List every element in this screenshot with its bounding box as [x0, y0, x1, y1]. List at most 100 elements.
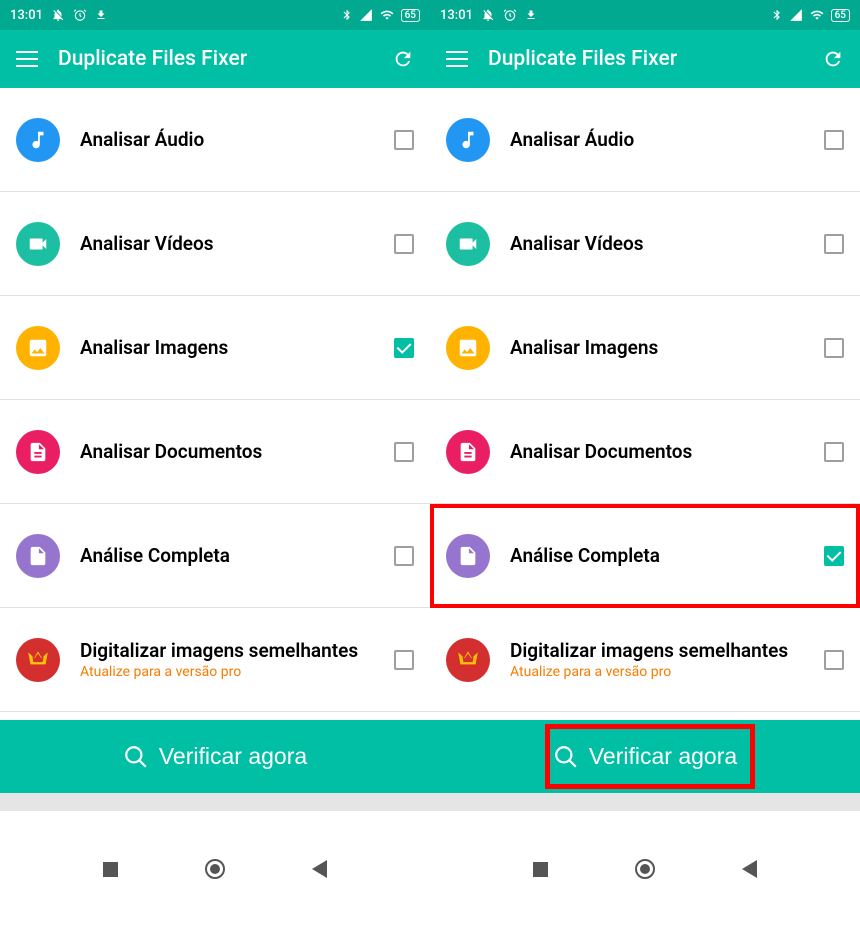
nav-home[interactable] [635, 859, 655, 879]
item-label: Analisar Imagens [510, 336, 824, 359]
checkbox[interactable] [394, 650, 414, 670]
list-item-2[interactable]: Analisar Imagens [0, 296, 430, 400]
item-label: Digitalizar imagens semelhantes [80, 639, 394, 662]
item-text: Análise Completa [80, 544, 394, 567]
checkbox[interactable] [394, 234, 414, 254]
wifi-icon [379, 8, 395, 22]
wifi-icon [809, 8, 825, 22]
list-item-5[interactable]: Digitalizar imagens semelhantes Atualize… [430, 608, 860, 712]
verify-label: Verificar agora [589, 743, 737, 770]
item-icon [446, 326, 490, 370]
item-label: Analisar Documentos [510, 440, 824, 463]
item-text: Digitalizar imagens semelhantes Atualize… [510, 639, 824, 680]
item-label: Analisar Vídeos [80, 232, 394, 255]
item-label: Analisar Vídeos [510, 232, 824, 255]
item-icon [446, 534, 490, 578]
item-icon [16, 638, 60, 682]
checkbox[interactable] [824, 442, 844, 462]
nav-bar [430, 811, 860, 927]
item-text: Analisar Vídeos [510, 232, 824, 255]
search-icon [123, 744, 149, 770]
bluetooth-icon [341, 9, 353, 21]
list-item-1[interactable]: Analisar Vídeos [0, 192, 430, 296]
item-icon [16, 222, 60, 266]
battery-indicator: 65 [831, 9, 850, 22]
app-title: Duplicate Files Fixer [488, 47, 802, 71]
nav-recent[interactable] [103, 862, 118, 877]
checkbox[interactable] [394, 442, 414, 462]
nav-recent[interactable] [533, 862, 548, 877]
item-icon [446, 638, 490, 682]
status-right: 65 [341, 8, 420, 22]
item-label: Analisar Áudio [510, 128, 824, 151]
item-text: Analisar Documentos [80, 440, 394, 463]
download-icon [525, 9, 537, 21]
item-text: Análise Completa [510, 544, 824, 567]
verify-label: Verificar agora [159, 743, 307, 770]
item-text: Analisar Vídeos [80, 232, 394, 255]
item-text: Analisar Áudio [510, 128, 824, 151]
list-item-1[interactable]: Analisar Vídeos [430, 192, 860, 296]
phone-screen-1: 13:01 65 Duplicate Files Fixer [430, 0, 860, 927]
item-icon [446, 118, 490, 162]
item-subtitle: Atualize para a versão pro [510, 664, 824, 680]
item-label: Análise Completa [510, 544, 824, 567]
alarm-icon [73, 8, 87, 22]
bell-off-icon [481, 8, 495, 22]
list-item-2[interactable]: Analisar Imagens [430, 296, 860, 400]
item-text: Analisar Documentos [510, 440, 824, 463]
nav-back[interactable] [742, 860, 757, 878]
item-icon [446, 430, 490, 474]
checkbox[interactable] [394, 338, 414, 358]
list-item-4[interactable]: Análise Completa [430, 504, 860, 608]
battery-indicator: 65 [401, 9, 420, 22]
checkbox[interactable] [824, 234, 844, 254]
menu-button[interactable] [446, 51, 468, 67]
checkbox[interactable] [824, 546, 844, 566]
search-icon [553, 744, 579, 770]
verify-button-wrapper: Verificar agora [0, 720, 430, 793]
verify-button-wrapper: Verificar agora [430, 720, 860, 793]
bell-off-icon [51, 8, 65, 22]
bluetooth-icon [771, 9, 783, 21]
list-item-0[interactable]: Analisar Áudio [0, 88, 430, 192]
list-item-3[interactable]: Analisar Documentos [0, 400, 430, 504]
list-container[interactable]: Analisar Áudio Analisar Vídeos Analisar … [0, 88, 430, 720]
alarm-icon [503, 8, 517, 22]
menu-button[interactable] [16, 51, 38, 67]
list-container[interactable]: Analisar Áudio Analisar Vídeos Analisar … [430, 88, 860, 720]
item-label: Digitalizar imagens semelhantes [510, 639, 824, 662]
status-left: 13:01 [440, 8, 537, 23]
nav-home[interactable] [205, 859, 225, 879]
checkbox[interactable] [824, 130, 844, 150]
list-item-0[interactable]: Analisar Áudio [430, 88, 860, 192]
item-icon [16, 118, 60, 162]
list-item-4[interactable]: Análise Completa [0, 504, 430, 608]
list-item-5[interactable]: Digitalizar imagens semelhantes Atualize… [0, 608, 430, 712]
signal-icon [359, 8, 373, 22]
item-text: Analisar Imagens [80, 336, 394, 359]
item-subtitle: Atualize para a versão pro [80, 664, 394, 680]
status-right: 65 [771, 8, 850, 22]
item-text: Analisar Áudio [80, 128, 394, 151]
app-bar: Duplicate Files Fixer [430, 30, 860, 88]
nav-back[interactable] [312, 860, 327, 878]
bottom-spacer [430, 793, 860, 811]
phone-screen-0: 13:01 65 Duplicate Files Fixer [0, 0, 430, 927]
status-bar: 13:01 65 [0, 0, 430, 30]
checkbox[interactable] [824, 650, 844, 670]
app-title: Duplicate Files Fixer [58, 47, 372, 71]
checkbox[interactable] [394, 546, 414, 566]
status-time: 13:01 [440, 8, 473, 23]
download-icon [95, 9, 107, 21]
verify-button[interactable]: Verificar agora [0, 720, 430, 793]
list-item-3[interactable]: Analisar Documentos [430, 400, 860, 504]
item-label: Analisar Imagens [80, 336, 394, 359]
checkbox[interactable] [394, 130, 414, 150]
verify-button[interactable]: Verificar agora [430, 720, 860, 793]
checkbox[interactable] [824, 338, 844, 358]
refresh-button[interactable] [392, 48, 414, 70]
app-bar: Duplicate Files Fixer [0, 30, 430, 88]
item-icon [16, 534, 60, 578]
refresh-button[interactable] [822, 48, 844, 70]
